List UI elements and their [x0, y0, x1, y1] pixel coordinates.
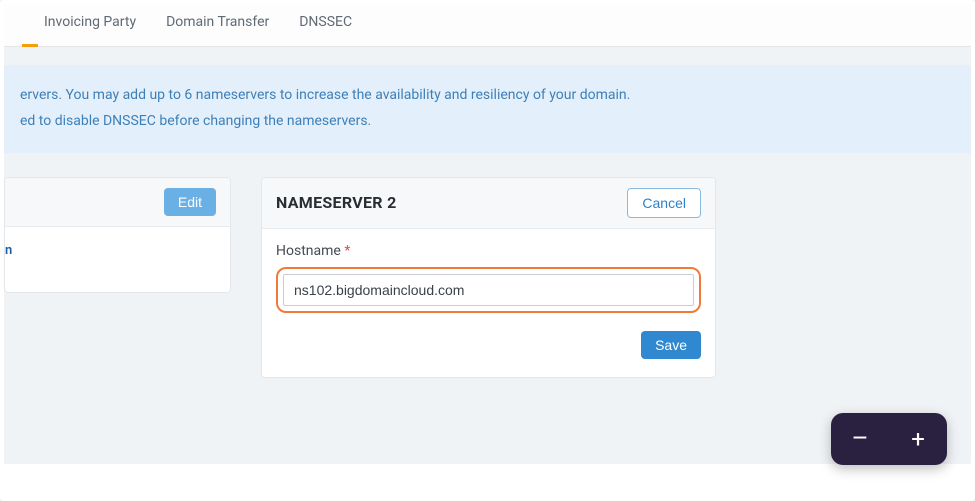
edit-button[interactable]: Edit: [164, 188, 216, 216]
panel-header-right: NAMESERVER 2 Cancel: [262, 178, 715, 229]
panel-body-left: n: [5, 227, 230, 292]
required-mark: *: [344, 243, 350, 259]
zoom-in-button[interactable]: +: [898, 427, 938, 451]
hostname-label: Hostname *: [276, 243, 701, 259]
content-area: Invoicing Party Domain Transfer DNSSEC e…: [4, 4, 971, 464]
panels-row: Edit n NAMESERVER 2 Cancel Hostname *: [4, 177, 971, 378]
nameserver-2-panel: NAMESERVER 2 Cancel Hostname * Save: [261, 177, 716, 378]
panel-footer: Save: [276, 331, 701, 359]
zoom-out-button[interactable]: –: [840, 426, 880, 452]
zoom-widget: – +: [831, 413, 947, 465]
tab-invoicing-party[interactable]: Invoicing Party: [44, 12, 136, 32]
cancel-button[interactable]: Cancel: [627, 188, 701, 218]
panel-body-right: Hostname * Save: [262, 229, 715, 377]
hostname-input-highlight: [276, 267, 701, 313]
hostname-input[interactable]: [283, 274, 694, 306]
tab-dnssec[interactable]: DNSSEC: [299, 12, 352, 32]
panel-title: NAMESERVER 2: [276, 193, 397, 212]
tab-domain-transfer[interactable]: Domain Transfer: [166, 12, 269, 32]
app-frame: Invoicing Party Domain Transfer DNSSEC e…: [0, 0, 975, 501]
nameserver-panel-partial: Edit n: [4, 177, 231, 293]
info-banner: ervers. You may add up to 6 nameservers …: [4, 65, 971, 153]
banner-line-1: ervers. You may add up to 6 nameservers …: [20, 83, 955, 109]
save-button[interactable]: Save: [641, 331, 701, 359]
truncated-hostname: n: [5, 243, 12, 258]
hostname-label-text: Hostname: [276, 243, 341, 259]
panel-header-left: Edit: [5, 178, 230, 227]
tab-bar: Invoicing Party Domain Transfer DNSSEC: [4, 4, 971, 47]
banner-line-2: ed to disable DNSSEC before changing the…: [20, 109, 955, 135]
